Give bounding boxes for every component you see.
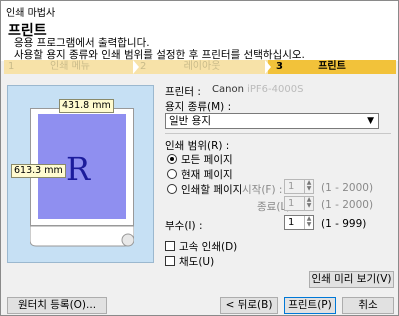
step-label: 레이아웃 [183, 61, 221, 72]
start-page-range: (1 - 2000) [321, 182, 374, 194]
start-page-input[interactable]: 1 ▲ ▼ [284, 179, 314, 194]
printer-brand: Canon [212, 84, 244, 95]
end-page-input[interactable]: 1 ▲ ▼ [284, 196, 314, 211]
saturation-checkbox[interactable] [165, 256, 175, 266]
start-page-label: 시작(F) : [242, 184, 283, 196]
paper-roll-icon [30, 226, 134, 247]
fast-print-label: 고속 인쇄(D) [179, 241, 238, 253]
divider [165, 133, 391, 134]
paper-type-value: 일반 용지 [169, 115, 211, 127]
radio-current-page-label: 현재 페이지 [181, 169, 233, 181]
print-range-label: 인쇄 범위(R) : [165, 140, 230, 152]
height-dimension-label: 613.3 mm [11, 164, 66, 178]
wizard-header: 프린트 응용 프로그램에서 출력합니다. 사용할 용지 종류와 인쇄 범위를 설… [1, 19, 398, 61]
back-button[interactable]: < 뒤로(B) [220, 297, 278, 314]
preview-letter: R [66, 150, 91, 188]
title-bar: 인쇄 마법사 [1, 1, 398, 19]
printer-name: Canon iPF6-4000S [212, 84, 303, 95]
radio-pages-label: 인쇄할 페이지 [181, 184, 243, 196]
end-page-range: (1 - 2000) [321, 199, 374, 211]
copies-input[interactable]: 1 ▲ ▼ [284, 215, 314, 230]
copies-value: 1 [288, 217, 295, 228]
step-print: 3 프린트 [268, 60, 396, 74]
copies-label: 부수(I) : [165, 220, 203, 232]
paper-type-select[interactable]: 일반 용지 ▼ [165, 113, 379, 129]
fast-print-checkbox[interactable] [165, 241, 175, 251]
step-print-menu: 1 인쇄 메뉴 [4, 60, 136, 74]
printer-model: iPF6-4000S [247, 84, 304, 95]
saturation-label: 채도(U) [179, 256, 215, 268]
paper-type-label: 용지 종류(M) : [165, 101, 232, 113]
window-title: 인쇄 마법사 [6, 8, 56, 19]
start-page-value: 1 [288, 181, 295, 192]
radio-pages[interactable] [167, 184, 177, 194]
step-layout: 2 레이아웃 [136, 60, 268, 74]
step-label: 인쇄 메뉴 [50, 61, 90, 72]
one-touch-register-button[interactable]: 원터치 등록(O)... [7, 297, 107, 314]
spinner-icon: ▲ ▼ [304, 197, 313, 210]
copies-range: (1 - 999) [321, 218, 367, 230]
end-page-value: 1 [288, 198, 295, 209]
radio-all-pages-label: 모든 페이지 [181, 154, 233, 166]
spinner-icon: ▲ ▼ [304, 216, 313, 229]
radio-all-pages[interactable] [167, 154, 177, 164]
description-line-1: 응용 프로그램에서 출력합니다. [14, 37, 150, 49]
wizard-steps: 1 인쇄 메뉴 2 레이아웃 3 프린트 [4, 60, 396, 74]
step-arrow-icon [265, 60, 271, 74]
radio-current-page[interactable] [167, 169, 177, 179]
print-preview-button[interactable]: 인쇄 미리 보기(V) [309, 271, 394, 288]
width-dimension-label: 431.8 mm [59, 99, 114, 113]
chevron-down-icon: ▼ [367, 116, 374, 126]
cancel-button[interactable]: 취소 [342, 297, 394, 314]
step-label: 프린트 [318, 61, 346, 72]
layout-preview: R 431.8 mm 613.3 mm [7, 85, 154, 263]
spinner-icon: ▲ ▼ [304, 180, 313, 193]
printer-label: 프린터 : [165, 86, 201, 98]
step-arrow-icon [133, 60, 139, 74]
print-button[interactable]: 프린트(P) [284, 297, 336, 314]
print-wizard-window: 인쇄 마법사 프린트 응용 프로그램에서 출력합니다. 사용할 용지 종류와 인… [0, 0, 399, 316]
